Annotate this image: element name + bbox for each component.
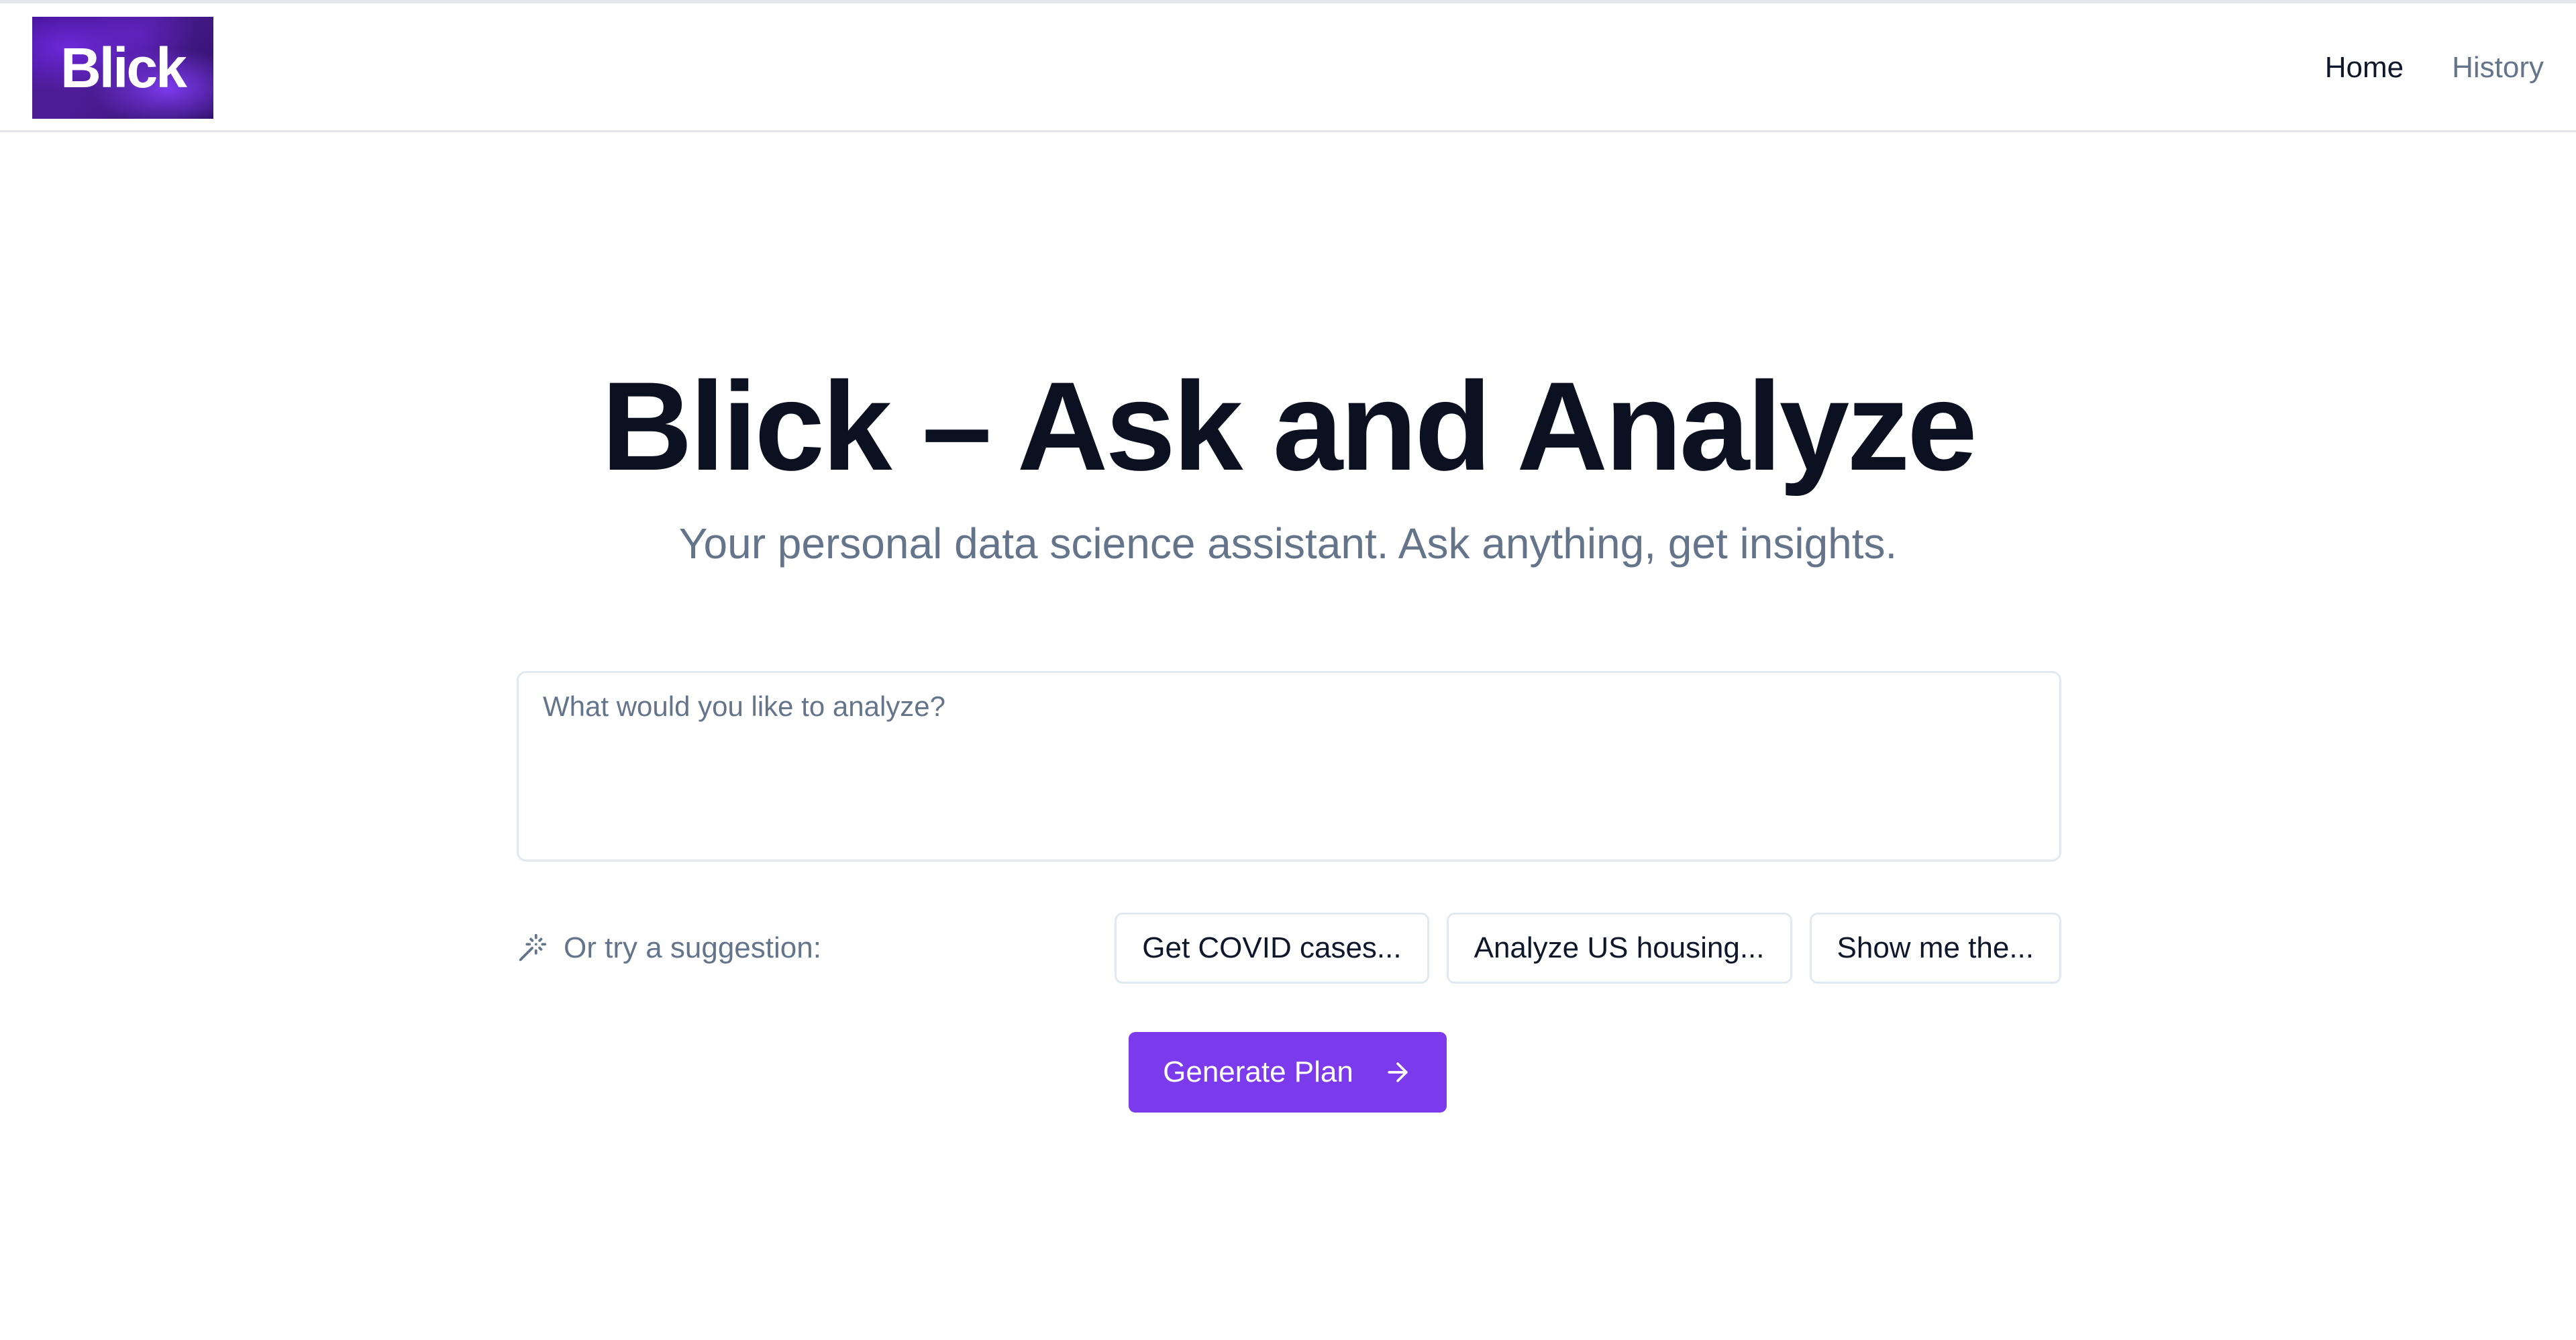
top-nav: Home History <box>2325 3 2544 132</box>
logo[interactable]: Blick <box>32 17 213 119</box>
suggestion-chips: Get COVID cases... Analyze US housing...… <box>1115 913 2061 984</box>
magic-wand-icon <box>517 933 548 964</box>
page-title: Blick – Ask and Analyze <box>601 356 1977 497</box>
suggestion-chip-covid[interactable]: Get COVID cases... <box>1115 913 1429 984</box>
page-subtitle: Your personal data science assistant. As… <box>678 519 1898 568</box>
generate-plan-label: Generate Plan <box>1163 1055 1353 1088</box>
suggestions-label-group: Or try a suggestion: <box>517 913 821 984</box>
suggestions-label: Or try a suggestion: <box>564 931 821 964</box>
analysis-query-input[interactable] <box>517 671 2061 862</box>
suggestion-chip-show-me[interactable]: Show me the... <box>1809 913 2061 984</box>
suggestions-row: Or try a suggestion: Get COVID cases... … <box>517 913 2061 984</box>
app-header: Blick Home History <box>0 3 2576 132</box>
suggestion-chip-housing[interactable]: Analyze US housing... <box>1446 913 1792 984</box>
arrow-right-icon <box>1383 1058 1412 1087</box>
nav-home-link[interactable]: Home <box>2325 51 2404 85</box>
generate-plan-button[interactable]: Generate Plan <box>1129 1032 1447 1113</box>
logo-text: Blick <box>60 36 187 99</box>
nav-history-link[interactable]: History <box>2452 51 2544 85</box>
